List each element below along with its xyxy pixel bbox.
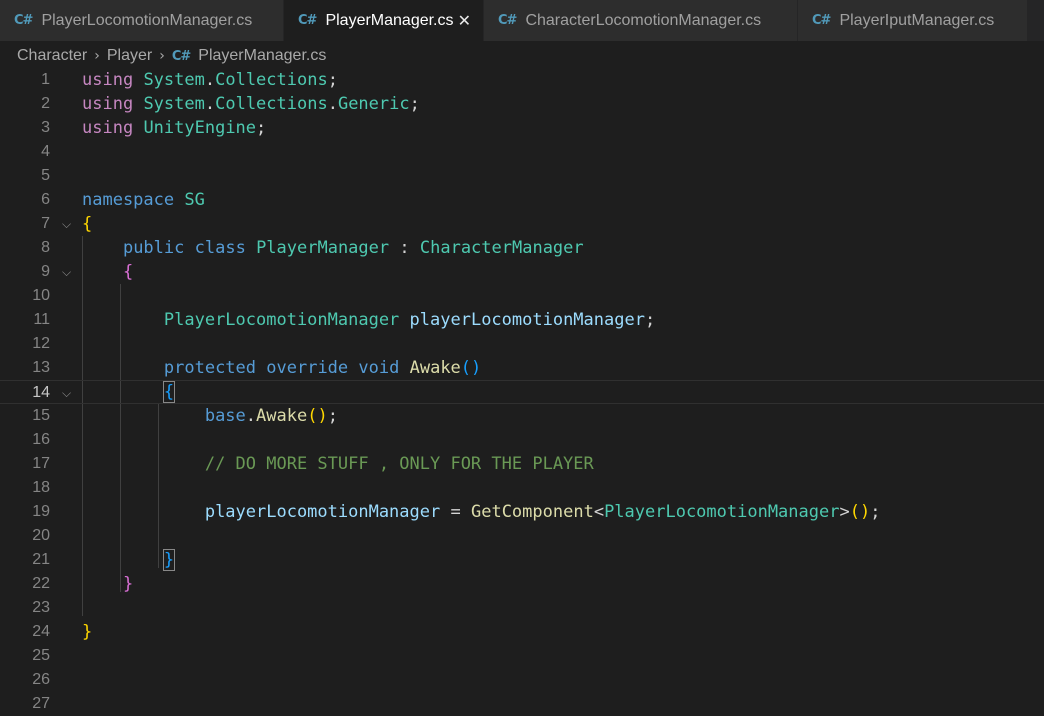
breadcrumb: Character › Player › C# PlayerManager.cs	[0, 41, 1044, 71]
code-text: public class PlayerManager : CharacterMa…	[122, 238, 584, 258]
code-line: 17 // DO MORE STUFF , ONLY FOR THE PLAYE…	[0, 452, 1044, 476]
code-text: using System.Collections.Generic;	[82, 94, 420, 114]
fold-chevron-icon[interactable]: ⌵	[62, 381, 71, 405]
code-line: 21 }	[0, 548, 1044, 572]
line-number: 27	[32, 695, 50, 712]
csharp-icon: C#	[14, 13, 33, 28]
code-text: {	[82, 380, 176, 404]
csharp-icon: C#	[498, 13, 517, 28]
code-line: 15 base.Awake();	[0, 404, 1044, 428]
line-number: 9	[41, 263, 50, 280]
line-number: 10	[32, 287, 50, 304]
matched-bracket: }	[162, 549, 176, 571]
chevron-right-icon: ›	[94, 48, 100, 64]
line-number: 11	[33, 311, 50, 328]
matched-bracket: {	[162, 381, 176, 403]
code-line: 20	[0, 524, 1044, 548]
code-line: 26	[0, 668, 1044, 692]
code-line: 22 }	[0, 572, 1044, 596]
line-number: 24	[32, 623, 50, 640]
code-line: 9 ⌵ {	[0, 260, 1044, 284]
current-line-highlight: 14 ⌵ {	[0, 380, 1044, 404]
code-text: using System.Collections;	[82, 70, 338, 90]
code-line: 8 public class PlayerManager : Character…	[0, 236, 1044, 260]
code-text: }	[122, 574, 134, 594]
code-text: // DO MORE STUFF , ONLY FOR THE PLAYER	[204, 454, 594, 474]
code-text: PlayerLocomotionManager playerLocomotion…	[163, 310, 656, 330]
breadcrumb-folder-player[interactable]: Player	[107, 47, 152, 65]
line-number: 5	[41, 167, 50, 184]
code-line: 27	[0, 692, 1044, 716]
code-line: 1 using System.Collections;	[0, 68, 1044, 92]
code-line: 11 PlayerLocomotionManager playerLocomot…	[0, 308, 1044, 332]
code-line: 6 namespace SG	[0, 188, 1044, 212]
line-number: 7	[41, 215, 50, 232]
code-line: 7 ⌵ {	[0, 212, 1044, 236]
line-number: 13	[32, 359, 50, 376]
line-number: 25	[32, 647, 50, 664]
tab-bar: C# PlayerLocomotionManager.cs C# PlayerM…	[0, 0, 1044, 41]
line-number: 2	[41, 95, 50, 112]
line-number: 18	[32, 479, 50, 496]
code-line: 13 protected override void Awake()	[0, 356, 1044, 380]
line-number: 16	[32, 431, 50, 448]
code-line: 18	[0, 476, 1044, 500]
line-number: 20	[32, 527, 50, 544]
chevron-right-icon: ›	[159, 48, 165, 64]
line-number: 26	[32, 671, 50, 688]
code-text: protected override void Awake()	[163, 358, 482, 378]
line-number: 22	[32, 575, 50, 592]
tab-player-input-manager[interactable]: C# PlayerIputManager.cs	[798, 0, 1028, 41]
line-number: 14	[32, 384, 50, 401]
code-line: 19 playerLocomotionManager = GetComponen…	[0, 500, 1044, 524]
code-line: 4	[0, 140, 1044, 164]
code-line: 5	[0, 164, 1044, 188]
tab-character-locomotion-manager[interactable]: C# CharacterLocomotionManager.cs	[484, 0, 798, 41]
code-text: namespace SG	[82, 190, 205, 210]
code-editor[interactable]: 1 using System.Collections; 2 using Syst…	[0, 68, 1044, 712]
breadcrumb-file[interactable]: PlayerManager.cs	[198, 47, 326, 65]
breadcrumb-folder-character[interactable]: Character	[17, 47, 87, 65]
csharp-icon: C#	[812, 13, 831, 28]
line-number: 4	[41, 143, 50, 160]
code-line: 3 using UnityEngine;	[0, 116, 1044, 140]
code-text: }	[82, 548, 176, 572]
code-text: {	[82, 214, 93, 234]
line-number: 6	[41, 191, 50, 208]
tab-label: PlayerIputManager.cs	[839, 11, 995, 29]
code-line: 16	[0, 428, 1044, 452]
csharp-icon: C#	[171, 48, 191, 64]
code-text: playerLocomotionManager = GetComponent<P…	[204, 502, 881, 522]
code-text: using UnityEngine;	[82, 118, 267, 138]
tab-player-locomotion-manager[interactable]: C# PlayerLocomotionManager.cs	[0, 0, 284, 41]
tab-label: PlayerManager.cs	[325, 11, 454, 29]
tab-label: CharacterLocomotionManager.cs	[525, 11, 762, 29]
line-number: 17	[32, 455, 50, 472]
line-number: 23	[32, 599, 50, 616]
line-number: 12	[32, 335, 50, 352]
code-line: 2 using System.Collections.Generic;	[0, 92, 1044, 116]
fold-chevron-icon[interactable]: ⌵	[62, 212, 71, 236]
tab-player-manager[interactable]: C# PlayerManager.cs ✕	[284, 0, 484, 41]
line-number: 1	[41, 71, 50, 88]
csharp-icon: C#	[298, 13, 317, 28]
line-number: 8	[41, 239, 50, 256]
fold-chevron-icon[interactable]: ⌵	[62, 260, 71, 284]
code-line: 10	[0, 284, 1044, 308]
code-line: 12	[0, 332, 1044, 356]
code-text: }	[82, 622, 93, 642]
code-line: 25	[0, 644, 1044, 668]
line-number: 3	[41, 119, 50, 136]
line-number: 15	[32, 407, 50, 424]
line-number: 19	[32, 503, 50, 520]
tab-label: PlayerLocomotionManager.cs	[41, 11, 253, 29]
line-number: 21	[32, 551, 50, 568]
code-text: base.Awake();	[204, 406, 338, 426]
code-line: 23	[0, 596, 1044, 620]
code-line: 24 }	[0, 620, 1044, 644]
close-icon[interactable]: ✕	[458, 11, 471, 30]
code-text: {	[122, 262, 134, 282]
